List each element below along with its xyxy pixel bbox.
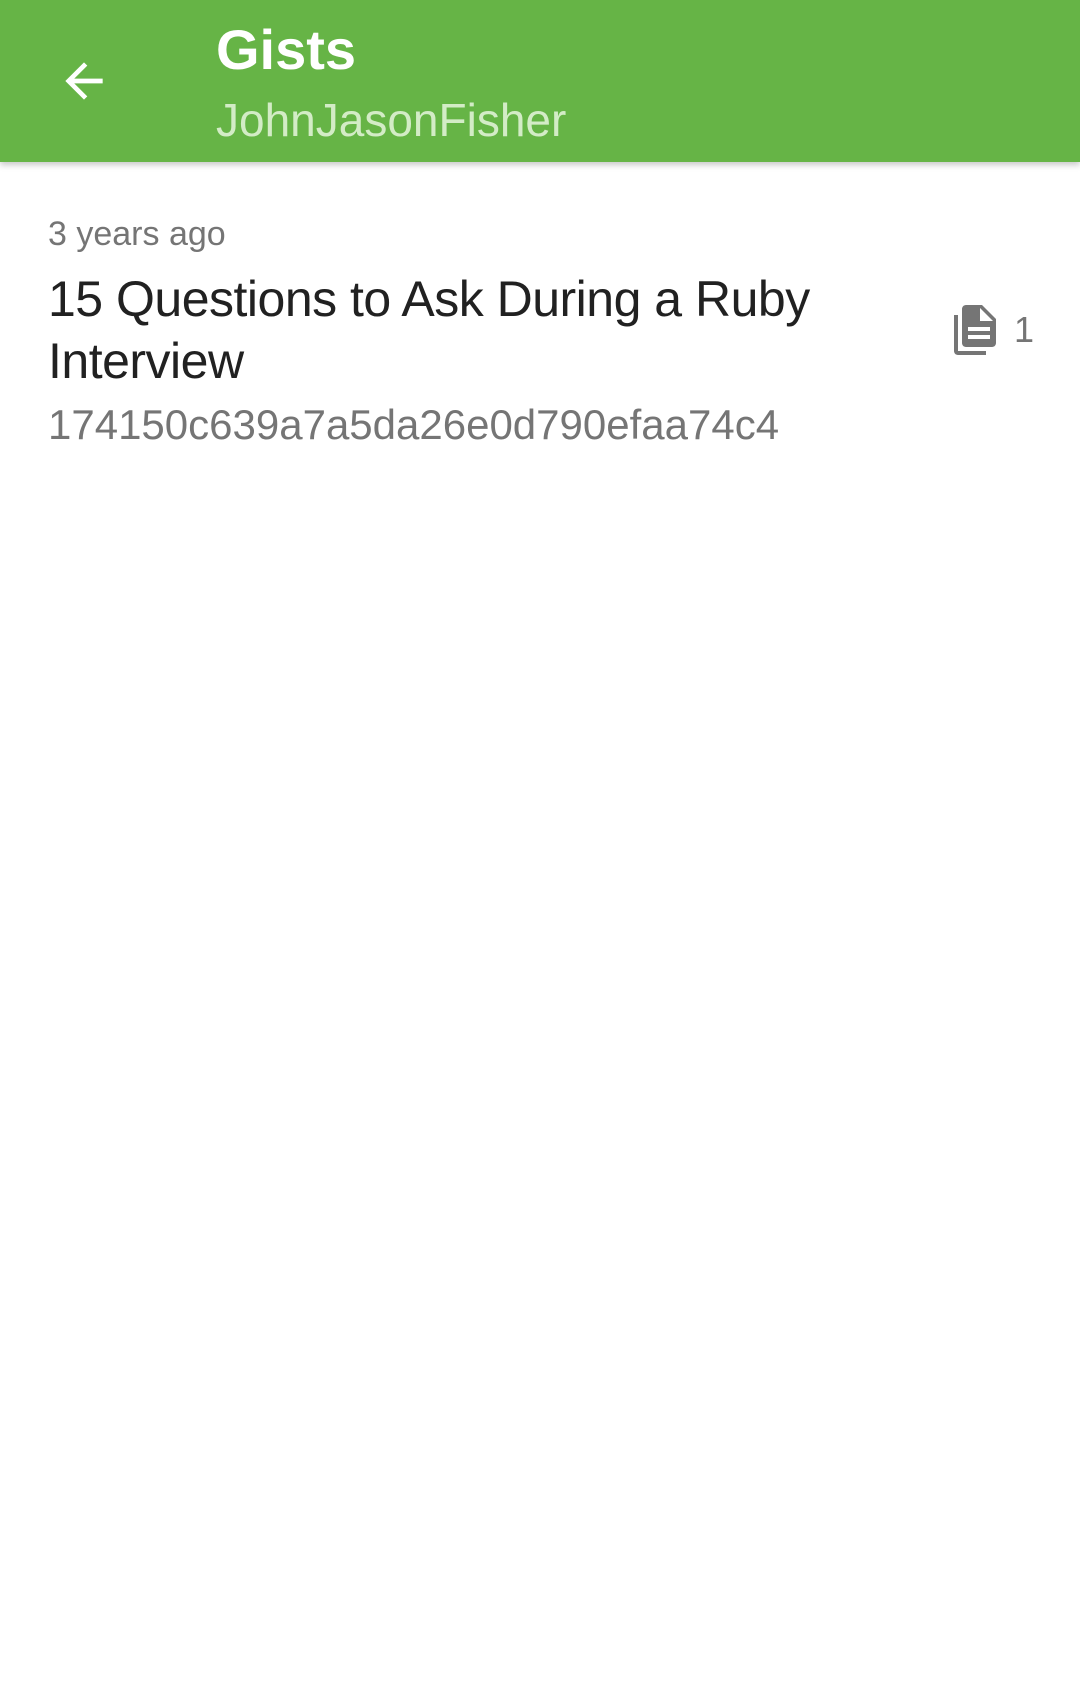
arrow-left-icon [65, 62, 103, 100]
gist-title: 15 Questions to Ask During a Ruby Interv… [48, 271, 810, 389]
page-subtitle-username: JohnJasonFisher [216, 94, 567, 146]
file-copy-icon [954, 305, 996, 355]
file-count-label: 1 [1014, 309, 1035, 350]
gist-id: 174150c639a7a5da26e0d790efaa74c4 [48, 401, 780, 448]
app-bar: Gists JohnJasonFisher [0, 0, 1080, 162]
back-button[interactable] [40, 37, 128, 125]
gists-screen: Gists JohnJasonFisher 3 years ago 15 Que… [0, 0, 1080, 1699]
gist-updated-time: 3 years ago [48, 215, 226, 253]
gist-file-count: 1 [952, 304, 1034, 356]
page-title: Gists [216, 18, 357, 81]
gist-list: 3 years ago 15 Questions to Ask During a… [0, 162, 1080, 462]
gist-list-item[interactable]: 3 years ago 15 Questions to Ask During a… [0, 162, 1080, 462]
